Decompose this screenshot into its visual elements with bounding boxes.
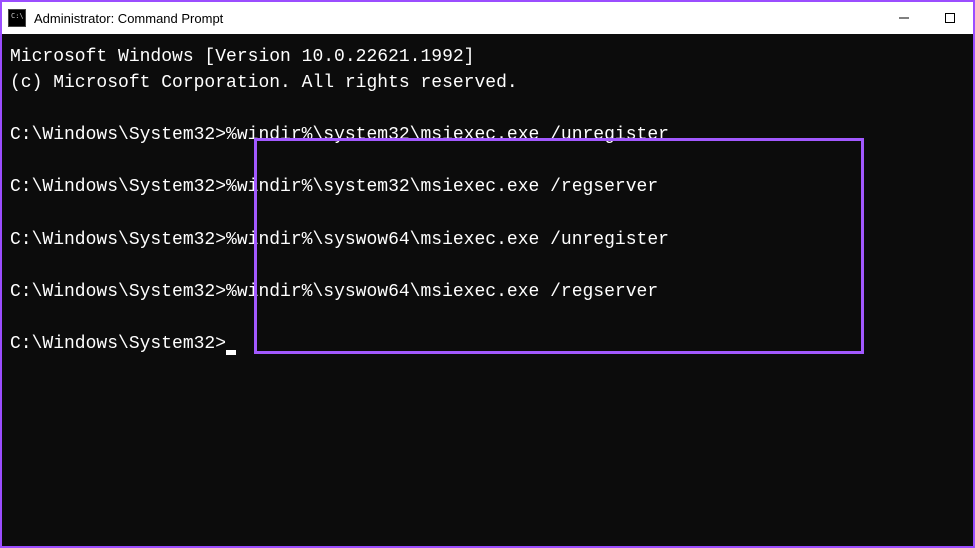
command-prompt-window: Administrator: Command Prompt Microsoft …: [2, 2, 973, 546]
cmd-icon: [8, 9, 26, 27]
command-text: %windir%\syswow64\msiexec.exe /unregiste…: [226, 230, 669, 250]
titlebar[interactable]: Administrator: Command Prompt: [2, 2, 973, 34]
window-controls: [881, 2, 973, 34]
maximize-button[interactable]: [927, 2, 973, 34]
command-text: %windir%\system32\msiexec.exe /regserver: [226, 177, 658, 197]
blank-line: [10, 148, 965, 174]
command-text: %windir%\syswow64\msiexec.exe /regserver: [226, 282, 658, 302]
minimize-button[interactable]: [881, 2, 927, 34]
command-line: C:\Windows\System32>%windir%\system32\ms…: [10, 122, 965, 148]
prompt: C:\Windows\System32>: [10, 230, 226, 250]
command-line: C:\Windows\System32>%windir%\syswow64\ms…: [10, 227, 965, 253]
blank-line: [10, 253, 965, 279]
command-text: %windir%\system32\msiexec.exe /unregiste…: [226, 125, 669, 145]
cursor: [226, 350, 236, 355]
current-prompt-line: C:\Windows\System32>: [10, 331, 965, 357]
header-line: Microsoft Windows [Version 10.0.22621.19…: [10, 44, 965, 70]
blank-line: [10, 305, 965, 331]
command-line: C:\Windows\System32>%windir%\syswow64\ms…: [10, 279, 965, 305]
terminal-area[interactable]: Microsoft Windows [Version 10.0.22621.19…: [2, 34, 973, 546]
prompt: C:\Windows\System32>: [10, 282, 226, 302]
blank-line: [10, 96, 965, 122]
titlebar-title: Administrator: Command Prompt: [34, 11, 881, 26]
prompt: C:\Windows\System32>: [10, 334, 226, 354]
copyright-line: (c) Microsoft Corporation. All rights re…: [10, 70, 965, 96]
prompt: C:\Windows\System32>: [10, 125, 226, 145]
prompt: C:\Windows\System32>: [10, 177, 226, 197]
command-line: C:\Windows\System32>%windir%\system32\ms…: [10, 174, 965, 200]
blank-line: [10, 201, 965, 227]
